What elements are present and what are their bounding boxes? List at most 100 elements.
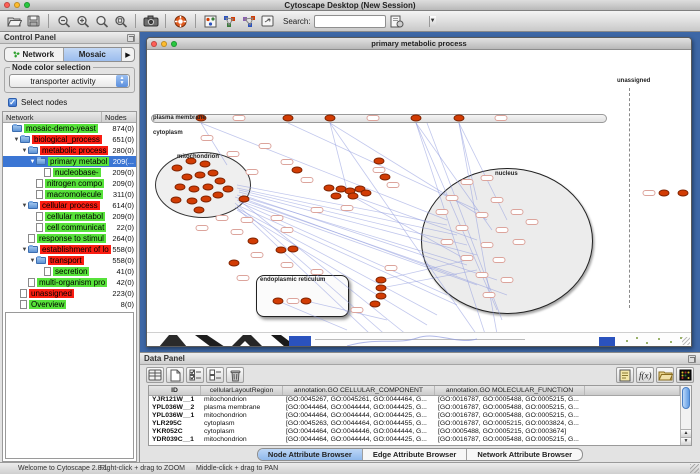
vizmapper-icon[interactable] bbox=[202, 14, 219, 29]
select-attributes-icon[interactable] bbox=[186, 367, 204, 383]
search-combobox[interactable]: ▼ bbox=[314, 15, 386, 28]
tree-row-nucleobase-[interactable]: nucleobase-209(0) bbox=[3, 167, 136, 178]
network-node[interactable] bbox=[348, 193, 359, 200]
tree-row-macromolecule[interactable]: macromolecule311(0) bbox=[3, 189, 136, 200]
tree-row-primary-metabol[interactable]: ▼primary metabol209(... bbox=[3, 156, 136, 167]
network-node[interactable] bbox=[213, 192, 224, 199]
zoom-out-icon[interactable] bbox=[55, 14, 72, 29]
network-node[interactable] bbox=[376, 293, 387, 300]
network-node[interactable] bbox=[171, 197, 182, 204]
tree-row-unassigned[interactable]: unassigned223(0) bbox=[3, 288, 136, 299]
open-file-icon[interactable] bbox=[6, 14, 23, 29]
tree-expander-icon[interactable]: ▼ bbox=[21, 247, 28, 253]
table-row[interactable]: YPL036W__1mitochondrion[GO:0044464, GO:0… bbox=[149, 412, 680, 420]
tab-overflow-arrow[interactable]: ▶ bbox=[122, 48, 134, 61]
zoom-fit-icon[interactable] bbox=[93, 14, 110, 29]
network-node[interactable] bbox=[325, 115, 336, 122]
network-node[interactable] bbox=[273, 298, 284, 305]
tree-row-metabolic-process[interactable]: ▼metabolic process280(0) bbox=[3, 145, 136, 156]
table-row[interactable]: YPL036W__2plasma membrane[GO:0044464, GO… bbox=[149, 404, 680, 412]
network-node[interactable] bbox=[239, 196, 250, 203]
tab-mosaic[interactable]: Mosaic bbox=[64, 48, 123, 61]
tab-network-attribute-browser[interactable]: Network Attribute Browser bbox=[467, 449, 582, 460]
tree-row-cellular-process[interactable]: ▼cellular process614(0) bbox=[3, 200, 136, 211]
network-node[interactable] bbox=[374, 158, 385, 165]
network-window-titlebar[interactable]: primary metabolic process bbox=[147, 38, 691, 50]
network-node[interactable] bbox=[203, 184, 214, 191]
network-node[interactable] bbox=[201, 196, 212, 203]
float-panel-icon[interactable] bbox=[688, 355, 696, 363]
tree-row-cellular-metabol[interactable]: cellular metabol209(0) bbox=[3, 211, 136, 222]
network-node[interactable] bbox=[376, 277, 387, 284]
tree-expander-icon[interactable]: ▼ bbox=[21, 148, 28, 154]
tree-row-biological-process[interactable]: ▼biological_process651(0) bbox=[3, 134, 136, 145]
unselect-attributes-icon[interactable] bbox=[206, 367, 224, 383]
tree-row-multi-organism-pro[interactable]: multi-organism pro42(0) bbox=[3, 277, 136, 288]
tree-expander-icon[interactable]: ▼ bbox=[29, 258, 36, 264]
network-node[interactable] bbox=[380, 174, 391, 181]
network-node[interactable] bbox=[189, 186, 200, 193]
tab-node-attribute-browser[interactable]: Node Attribute Browser bbox=[258, 449, 363, 460]
table-row[interactable]: YDR039C__1mitochondrion[GO:0044464, GO:0… bbox=[149, 436, 680, 444]
network-node[interactable] bbox=[229, 260, 240, 267]
tree-row-response-to-stimul[interactable]: response to stimul264(0) bbox=[3, 233, 136, 244]
table-scrollbar[interactable]: ▲ ▼ bbox=[680, 386, 691, 445]
tree-expander-icon[interactable]: ▼ bbox=[21, 203, 28, 209]
network-view-window[interactable]: primary metabolic process bbox=[146, 37, 692, 347]
tree-column-network[interactable]: Network bbox=[3, 112, 102, 122]
network-node[interactable] bbox=[678, 190, 689, 197]
tree-row-nitrogen-compo[interactable]: nitrogen compo209(0) bbox=[3, 178, 136, 189]
network-node[interactable] bbox=[187, 198, 198, 205]
search-config-icon[interactable] bbox=[389, 14, 406, 29]
network-node[interactable] bbox=[411, 115, 422, 122]
search-dropdown-arrow-icon[interactable]: ▼ bbox=[429, 16, 436, 27]
help-icon[interactable] bbox=[172, 14, 189, 29]
float-panel-icon[interactable] bbox=[127, 34, 135, 42]
network-node[interactable] bbox=[361, 190, 372, 197]
table-row[interactable]: YJR121W__1mitochondrion[GO:0045267, GO:0… bbox=[149, 396, 680, 404]
network-node[interactable] bbox=[292, 167, 303, 174]
network-node[interactable] bbox=[301, 298, 312, 305]
network-node[interactable] bbox=[215, 178, 226, 185]
network-node[interactable] bbox=[175, 184, 186, 191]
network-node[interactable] bbox=[283, 115, 294, 122]
tree-row-mosaic-demo-yeast[interactable]: mosaic-demo-yeast874(0) bbox=[3, 123, 136, 134]
attribute-matrix-icon[interactable] bbox=[676, 367, 694, 383]
view-resize-grip[interactable] bbox=[682, 337, 690, 345]
tree-row-overview[interactable]: Overview8(0) bbox=[3, 299, 136, 310]
layout-1-icon[interactable] bbox=[221, 14, 238, 29]
network-node[interactable] bbox=[324, 185, 335, 192]
node-color-dropdown[interactable]: transporter activity ▲▼ bbox=[9, 74, 130, 88]
network-node[interactable] bbox=[208, 170, 219, 177]
birdseye-view[interactable] bbox=[5, 312, 134, 459]
column-header-molecular-function[interactable]: annotation.GO MOLECULAR_FUNCTION bbox=[435, 386, 585, 395]
annotation-icon[interactable] bbox=[259, 14, 276, 29]
tree-expander-icon[interactable]: ▼ bbox=[29, 159, 36, 165]
tab-network[interactable]: Network bbox=[5, 48, 64, 61]
search-input[interactable] bbox=[315, 16, 429, 27]
network-node[interactable] bbox=[331, 193, 342, 200]
tree-row-transport[interactable]: ▼transport558(0) bbox=[3, 255, 136, 266]
select-nodes-checkbox[interactable]: ✓ bbox=[8, 98, 17, 107]
column-header-cellular-component[interactable]: annotation.GO CELLULAR_COMPONENT bbox=[283, 386, 435, 395]
tree-row-establishment-of-lo[interactable]: ▼establishment of lo558(0) bbox=[3, 244, 136, 255]
network-node[interactable] bbox=[182, 174, 193, 181]
tree-row-secretion[interactable]: secretion41(0) bbox=[3, 266, 136, 277]
formula-builder-icon[interactable]: f(x) bbox=[636, 367, 654, 383]
window-resize-grip[interactable] bbox=[690, 464, 699, 473]
network-node[interactable] bbox=[195, 172, 206, 179]
scrollbar-thumb[interactable] bbox=[682, 387, 690, 409]
network-node[interactable] bbox=[276, 247, 287, 254]
table-row[interactable]: YLR295Ccytoplasm[GO:0045263, GO:0044464,… bbox=[149, 420, 680, 428]
network-node[interactable] bbox=[454, 115, 465, 122]
network-node[interactable] bbox=[248, 238, 259, 245]
tree-expander-icon[interactable]: ▼ bbox=[13, 137, 20, 143]
tab-edge-attribute-browser[interactable]: Edge Attribute Browser bbox=[363, 449, 467, 460]
zoom-selected-icon[interactable] bbox=[112, 14, 129, 29]
column-header-id[interactable]: ID bbox=[149, 386, 201, 395]
network-node[interactable] bbox=[194, 207, 205, 214]
tree-row-cell-communicat[interactable]: cell communicat22(0) bbox=[3, 222, 136, 233]
table-row[interactable]: YKR052Ccytoplasm[GO:0044464, GO:0044446,… bbox=[149, 428, 680, 436]
import-attributes-icon[interactable] bbox=[656, 367, 674, 383]
zoom-in-icon[interactable] bbox=[74, 14, 91, 29]
